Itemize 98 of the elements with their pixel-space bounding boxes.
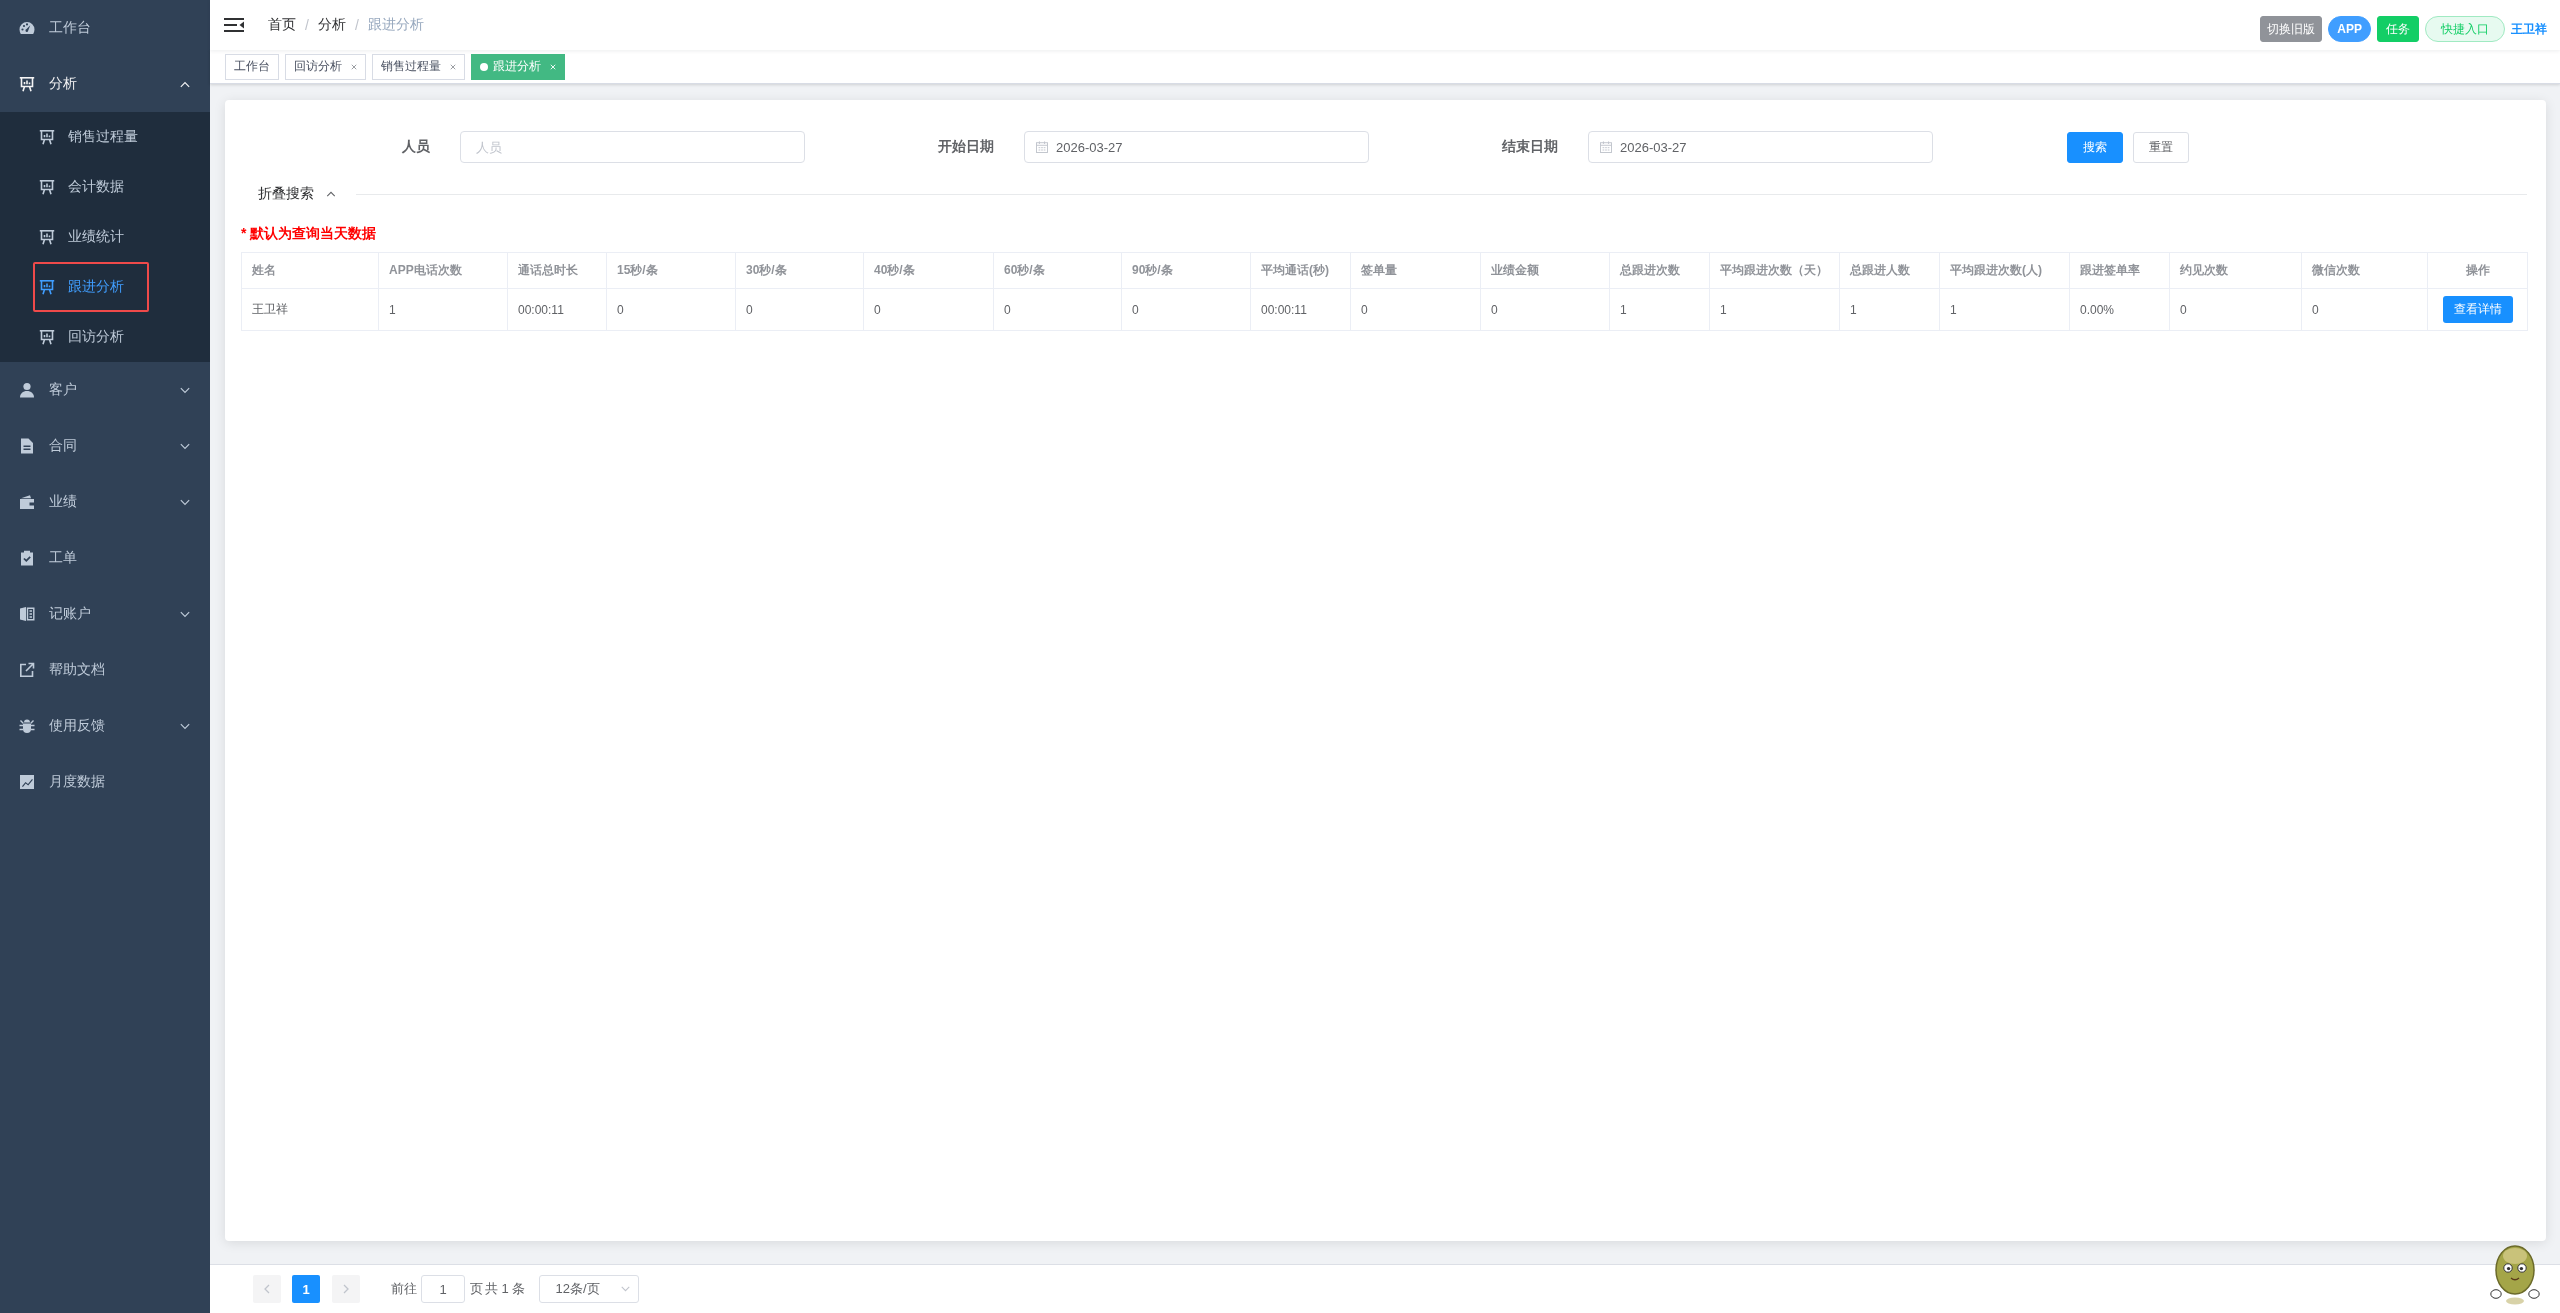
chevron-right-icon xyxy=(343,1284,349,1294)
close-icon[interactable] xyxy=(450,63,456,70)
line-chart-icon xyxy=(19,774,35,790)
page-size-select[interactable]: 12条/页 xyxy=(539,1275,640,1303)
table-cell: 0 xyxy=(2302,289,2428,331)
date-field[interactable]: 2026-03-27 xyxy=(1588,131,1933,163)
submenu-item[interactable]: 销售过程量 xyxy=(0,112,210,162)
sidebar-item[interactable]: 使用反馈 xyxy=(0,698,210,754)
sidebar-item[interactable]: 客户 xyxy=(0,362,210,418)
column-header: 业绩金额 xyxy=(1481,253,1610,289)
column-header: 通话总时长 xyxy=(508,253,607,289)
sidebar-item[interactable]: 工作台 xyxy=(0,0,210,56)
clipboard-check-icon xyxy=(19,550,35,566)
tab[interactable]: 工作台 xyxy=(225,53,279,80)
submenu-item[interactable]: 回访分析 xyxy=(0,312,210,362)
jump-label: 前往 xyxy=(391,1280,417,1298)
presentation-board-icon xyxy=(19,76,35,92)
presentation-board-icon xyxy=(39,229,55,245)
table-cell: 1 xyxy=(1840,289,1940,331)
breadcrumb-current: 跟进分析 xyxy=(367,16,424,34)
sidebar-item[interactable]: 合同 xyxy=(0,418,210,474)
column-header: 40秒/条 xyxy=(864,253,994,289)
external-link-icon xyxy=(19,662,35,678)
table-cell: 0 xyxy=(736,289,864,331)
presentation-board-icon xyxy=(39,179,55,195)
breadcrumb-separator: / xyxy=(305,17,309,33)
column-header: 平均通话(秒) xyxy=(1251,253,1351,289)
gauge-icon xyxy=(19,20,35,36)
table-cell: 1 xyxy=(379,289,508,331)
column-header: APP电话次数 xyxy=(379,253,508,289)
calendar-icon xyxy=(1036,141,1048,153)
notice-text: * 默认为查询当天数据 xyxy=(241,224,378,243)
column-header: 平均跟进次数（天） xyxy=(1710,253,1840,289)
table-cell: 0 xyxy=(1481,289,1610,331)
status-dot-icon xyxy=(480,62,488,71)
breadcrumb-link[interactable]: 分析 xyxy=(317,16,346,34)
text-field[interactable]: 人员 xyxy=(460,131,805,163)
collapse-toggle[interactable]: 折叠搜索 xyxy=(258,185,336,203)
table-cell: 王卫祥 xyxy=(242,289,379,331)
sidebar-item[interactable]: 分析 xyxy=(0,56,210,112)
column-header: 总跟进次数 xyxy=(1610,253,1710,289)
person-icon xyxy=(19,382,35,398)
book-icon xyxy=(19,606,35,622)
date-field[interactable]: 2026-03-27 xyxy=(1024,131,1369,163)
sidebar-item[interactable]: 记账户 xyxy=(0,586,210,642)
table-cell: 0 xyxy=(2170,289,2302,331)
table-cell: 0 xyxy=(1351,289,1481,331)
table-cell: 00:00:11 xyxy=(508,289,607,331)
presentation-board-icon xyxy=(39,329,55,345)
table-cell: 00:00:11 xyxy=(1251,289,1351,331)
jump-suffix: 页 xyxy=(470,1280,483,1298)
caret-down-icon xyxy=(621,1286,631,1292)
table-cell: 1 xyxy=(1710,289,1840,331)
column-header: 平均跟进次数(人) xyxy=(1940,253,2070,289)
close-icon[interactable] xyxy=(351,63,357,70)
table-cell: 0.00% xyxy=(2070,289,2170,331)
table-cell: 0 xyxy=(607,289,736,331)
table-cell: 0 xyxy=(1122,289,1251,331)
table-cell: 1 xyxy=(1610,289,1710,331)
column-header: 微信次数 xyxy=(2302,253,2428,289)
sidebar-item[interactable]: 月度数据 xyxy=(0,754,210,810)
column-header: 30秒/条 xyxy=(736,253,864,289)
sidebar-item[interactable]: 业绩 xyxy=(0,474,210,530)
submenu-item[interactable]: 会计数据 xyxy=(0,162,210,212)
column-header: 操作 xyxy=(2428,253,2528,289)
document-icon xyxy=(19,438,35,454)
wallet-icon xyxy=(19,494,35,510)
column-header: 签单量 xyxy=(1351,253,1481,289)
sidebar-item[interactable]: 帮助文档 xyxy=(0,642,210,698)
submenu-item[interactable]: 跟进分析 xyxy=(0,262,210,312)
submenu-item[interactable]: 业绩统计 xyxy=(0,212,210,262)
column-header: 约见次数 xyxy=(2170,253,2302,289)
breadcrumb-separator: / xyxy=(354,17,359,33)
column-header: 90秒/条 xyxy=(1122,253,1251,289)
field-label: 人员 xyxy=(402,138,430,154)
column-header: 姓名 xyxy=(242,253,379,289)
presentation-board-icon xyxy=(39,279,55,295)
presentation-board-icon xyxy=(39,129,55,145)
table-cell: 0 xyxy=(864,289,994,331)
tab[interactable]: 销售过程量 xyxy=(372,53,465,80)
bug-icon xyxy=(19,718,35,734)
reset-button[interactable]: 重置 xyxy=(2133,131,2189,163)
chevron-left-icon xyxy=(264,1284,270,1294)
hamburger-icon[interactable] xyxy=(224,17,244,33)
column-header: 跟进签单率 xyxy=(2070,253,2170,289)
tab[interactable]: 回访分析 xyxy=(285,53,366,80)
sidebar-item[interactable]: 工单 xyxy=(0,530,210,586)
column-header: 总跟进人数 xyxy=(1840,253,1940,289)
column-header: 15秒/条 xyxy=(607,253,736,289)
field-label: 结束日期 xyxy=(1502,138,1558,154)
table-cell: 1 xyxy=(1940,289,2070,331)
total-count: 共 1 条 xyxy=(485,1280,526,1298)
field-label: 开始日期 xyxy=(938,138,994,154)
table-cell: 0 xyxy=(994,289,1122,331)
calendar-icon xyxy=(1600,141,1612,153)
breadcrumb-link[interactable]: 首页 xyxy=(268,16,296,34)
column-header: 60秒/条 xyxy=(994,253,1122,289)
page-jump-field[interactable]: 1 xyxy=(421,1275,465,1303)
